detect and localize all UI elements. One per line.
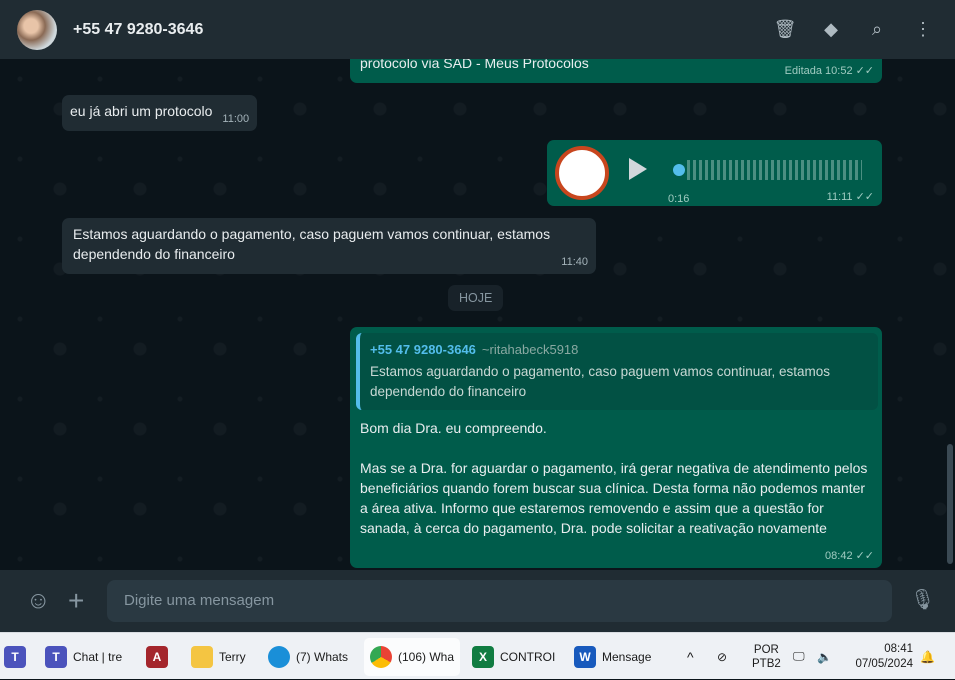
message-list: protocolo via SAD - Meus Protocolos Edit…: [0, 59, 955, 570]
search-icon[interactable]: ⌕: [865, 17, 889, 41]
date-divider: HOJE: [448, 285, 504, 311]
taskbar: T T Chat | tre A Terry (7) Whats (106) Wh…: [0, 632, 955, 679]
edge-icon: [268, 645, 290, 668]
message-input[interactable]: Digite uma mensagem: [107, 580, 892, 622]
chrome-icon: [370, 646, 392, 668]
plus-icon[interactable]: +: [68, 585, 84, 617]
message-outgoing: protocolo via SAD - Meus Protocolos Edit…: [350, 59, 882, 83]
audio-message: 0:16 11:11 ✓✓: [547, 140, 882, 206]
audio-duration: 0:16: [668, 193, 690, 205]
message-time: 11:11: [826, 191, 853, 203]
taskbar-item[interactable]: Terry: [191, 633, 246, 680]
language-indicator[interactable]: POR PTB2: [752, 633, 781, 680]
taskbar-label: CONTROI: [500, 649, 556, 664]
message-incoming: eu já abri um protocolo 11:00: [62, 95, 258, 131]
audio-waveform[interactable]: [687, 160, 862, 180]
chevron-up-icon[interactable]: ^: [687, 633, 694, 680]
taskbar-label: Terry: [219, 649, 246, 664]
message-text: Bom dia Dra. eu compreendo.: [360, 420, 547, 436]
taskbar-label: (7) Whats: [296, 649, 349, 664]
quoted-message[interactable]: +55 47 9280-3646 ~ritahabeck5918 Estamos …: [356, 333, 878, 410]
message-time: 08:42: [825, 550, 853, 562]
teams-icon[interactable]: T: [4, 645, 26, 668]
layout-label: PTB2: [752, 657, 781, 670]
notification-bell-icon[interactable]: 🔔: [920, 633, 935, 680]
read-ticks-icon: ✓✓: [855, 65, 874, 77]
quoted-text: Estamos aguardando o pagamento, caso pag…: [370, 364, 831, 399]
taskbar-item-active[interactable]: (106) Wha: [364, 638, 461, 676]
teams-new-icon: T: [45, 645, 67, 668]
message-text: protocolo via SAD - Meus Protocolos: [360, 59, 589, 71]
display-icon[interactable]: 🖵: [793, 633, 805, 680]
quoted-alias: ~ritahabeck5918: [481, 342, 579, 357]
message-time: Editada 10:52: [784, 65, 853, 77]
message-text: Estamos aguardando o pagamento, caso pag…: [73, 226, 551, 262]
excel-icon: X: [472, 645, 494, 668]
taskbar-label: Chat | tre: [73, 649, 123, 664]
taskbar-item[interactable]: (7) Whats: [268, 633, 348, 680]
microphone-icon[interactable]: 🎙: [910, 587, 935, 612]
message-time: 11:40: [561, 256, 588, 268]
play-icon[interactable]: [629, 158, 647, 180]
date: 07/05/2024: [855, 658, 913, 670]
menu-icon[interactable]: ⋮: [911, 17, 935, 41]
emoji-icon[interactable]: ☺: [26, 587, 51, 615]
clock[interactable]: 08:41 07/05/2024: [851, 633, 913, 680]
lang-label: POR: [753, 643, 779, 656]
time: 08:41: [884, 643, 913, 655]
chat-header: +55 47 9280-3646 🗑 ◆ ⌕ ⋮: [0, 0, 955, 59]
message-outgoing-reply: +55 47 9280-3646 ~ritahabeck5918 Estamos …: [350, 327, 882, 568]
delete-icon[interactable]: 🗑: [773, 17, 797, 41]
message-text: eu já abri um protocolo: [70, 103, 213, 119]
audio-progress-handle[interactable]: [673, 164, 685, 176]
word-icon: W: [574, 645, 596, 668]
audio-sender-avatar: [555, 146, 609, 200]
taskbar-label: (106) Wha: [398, 650, 455, 664]
composer: ☺ + Digite uma mensagem 🎙: [0, 570, 955, 632]
volume-icon[interactable]: 🔈: [817, 633, 832, 680]
label-icon[interactable]: ◆: [819, 17, 843, 41]
read-ticks-icon: ✓✓: [855, 550, 874, 562]
taskbar-label: Mensage: [602, 649, 652, 664]
scrollbar[interactable]: [947, 444, 953, 564]
read-ticks-icon: ✓✓: [855, 191, 874, 203]
access-icon[interactable]: A: [146, 645, 168, 668]
taskbar-item[interactable]: T Chat | tre: [45, 633, 122, 680]
network-off-icon[interactable]: ⊘: [717, 633, 727, 680]
taskbar-item[interactable]: X CONTROI: [472, 633, 555, 680]
message-time: 11:00: [222, 113, 250, 125]
contact-name[interactable]: +55 47 9280-3646: [73, 21, 203, 39]
avatar[interactable]: [17, 9, 57, 50]
message-incoming: Estamos aguardando o pagamento, caso pag…: [62, 218, 596, 274]
folder-icon: [191, 645, 213, 668]
quoted-sender: +55 47 9280-3646: [370, 342, 476, 357]
taskbar-item[interactable]: W Mensage: [574, 633, 651, 680]
message-text: Mas se a Dra. for aguardar o pagamento, …: [360, 460, 868, 536]
